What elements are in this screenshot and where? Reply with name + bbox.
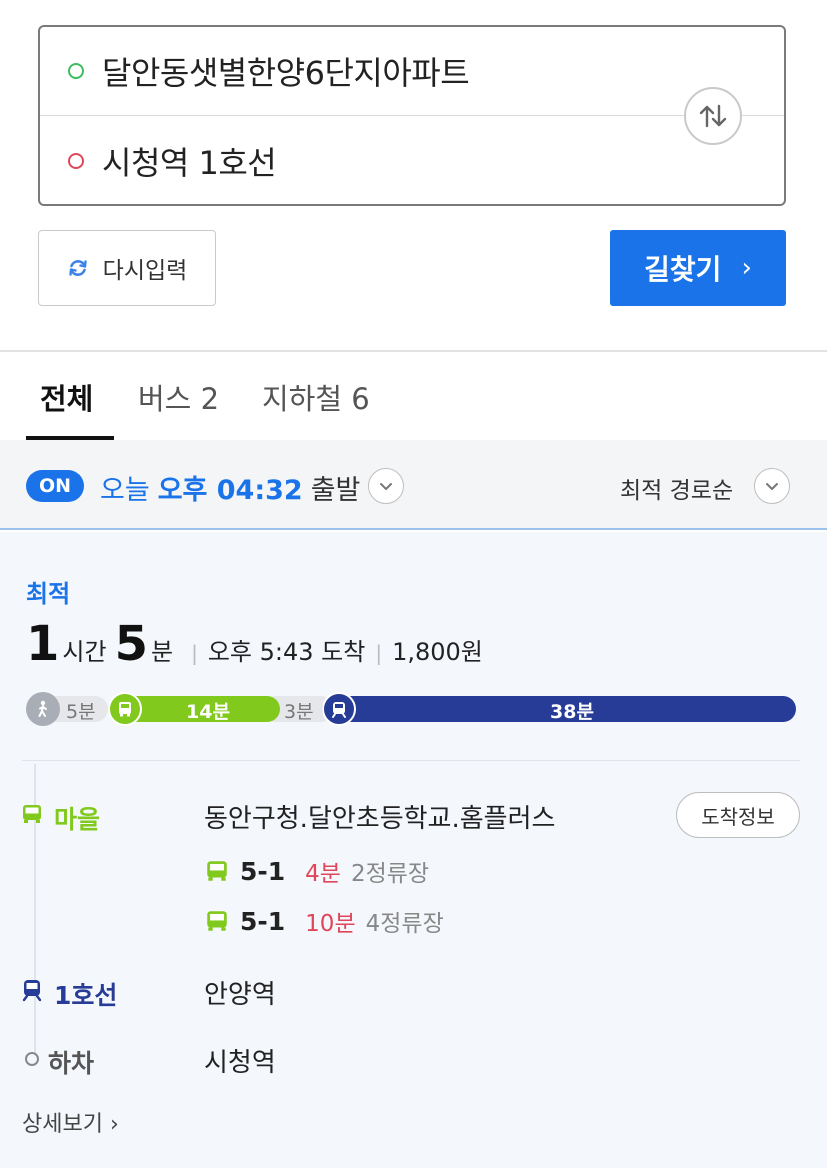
sort-dropdown-button[interactable] [754, 468, 790, 504]
bus-icon [108, 692, 142, 726]
route-summary: 1 시간 5 분 | 오후 5:43 도착 | 1,800원 [26, 616, 483, 672]
fare: 1,800원 [392, 638, 483, 666]
bus-icon [207, 861, 227, 881]
alight-marker-icon [25, 1052, 39, 1066]
route-result-card[interactable]: 최적 1 시간 5 분 | 오후 5:43 도착 | 1,800원 5분 14분… [0, 532, 827, 1168]
sort-order-label[interactable]: 최적 경로순 [620, 471, 733, 505]
transport-tabs: 전체 버스 2 지하철 6 [0, 352, 827, 440]
arrival-time: 오후 5:43 도착 [207, 638, 366, 666]
destination-text: 시청역 1호선 [102, 144, 277, 182]
tab-subway[interactable]: 지하철 6 [262, 376, 370, 418]
detail-link[interactable]: 상세보기 › [22, 1106, 119, 1138]
destination-marker-icon [68, 153, 84, 169]
destination-field[interactable]: 시청역 1호선 [40, 117, 680, 205]
bus-stops-away: 2정류장 [350, 861, 430, 887]
bus-stops-away: 4정류장 [365, 911, 444, 937]
duration-hours: 1 [26, 616, 59, 672]
chevron-right-icon: › [741, 253, 752, 283]
origin-text: 달안동샛별한양6단지아파트 [102, 54, 470, 92]
village-bus-icon [23, 805, 41, 823]
arrival-info-button[interactable]: 도착정보 [676, 792, 800, 838]
origin-field[interactable]: 달안동샛별한양6단지아파트 [40, 27, 680, 115]
bus-arrival-row: 5-1 10분 4정류장 [204, 904, 444, 938]
bus-number: 5-1 [240, 856, 286, 886]
subway-leg-label: 1호선 [54, 981, 118, 1010]
departure-time[interactable]: 오늘 오후 04:32 출발 [100, 468, 360, 507]
result-divider [22, 760, 800, 761]
departure-suffix: 출발 [310, 475, 361, 506]
realtime-toggle[interactable]: ON [26, 470, 84, 502]
departure-time-bar: ON 오늘 오후 04:32 출발 최적 경로순 [0, 440, 827, 530]
subway-boarding-station: 안양역 [204, 980, 276, 1010]
subway-segment-label: 38분 [550, 701, 594, 723]
route-search-box: 달안동샛별한양6단지아파트 시청역 1호선 [38, 25, 786, 206]
alight-label: 하차 [48, 1049, 95, 1078]
reset-button[interactable]: 다시입력 [38, 230, 216, 306]
find-route-button[interactable]: 길찾기 › [610, 230, 786, 306]
swap-arrows-icon [699, 104, 727, 128]
departure-day: 오늘 [100, 475, 150, 506]
duration-minutes-unit: 분 [150, 638, 174, 666]
find-route-label: 길찾기 [644, 253, 722, 286]
transfer-segment-label: 3분 [284, 701, 314, 723]
tab-all[interactable]: 전체 [40, 376, 93, 418]
duration-hours-unit: 시간 [62, 638, 107, 666]
refresh-icon [68, 260, 87, 276]
walk-segment-label: 5분 [66, 701, 96, 723]
walk-icon [26, 692, 60, 726]
bus-leg-label: 마을 [54, 805, 101, 834]
tab-bus[interactable]: 버스 2 [138, 376, 219, 418]
subway-line-icon [22, 980, 42, 1002]
reset-label: 다시입력 [102, 258, 188, 284]
alight-station: 시청역 [204, 1048, 276, 1078]
subway-icon [322, 692, 356, 726]
summary-separator: | [191, 641, 198, 665]
summary-separator: | [375, 641, 383, 665]
time-dropdown-button[interactable] [368, 468, 404, 504]
chevron-right-icon: › [109, 1112, 119, 1137]
route-segment-bar: 5분 14분 3분 38분 [26, 692, 796, 726]
bus-boarding-stop: 동안구청.달안초등학교.홈플러스 [204, 804, 556, 834]
detail-link-label: 상세보기 [22, 1112, 103, 1137]
swap-button[interactable] [684, 87, 742, 145]
bus-segment-label: 14분 [186, 701, 230, 723]
best-route-badge: 최적 [26, 580, 71, 608]
bus-arrival-minutes: 10분 [305, 911, 356, 937]
chevron-down-icon [380, 483, 392, 490]
bus-arrival-row: 5-1 4분 2정류장 [204, 854, 429, 888]
chevron-down-icon [766, 483, 778, 490]
bus-number: 5-1 [240, 906, 286, 936]
bus-icon [207, 911, 227, 931]
search-divider [40, 115, 784, 116]
origin-marker-icon [68, 63, 84, 79]
duration-minutes: 5 [114, 616, 148, 672]
bus-arrival-minutes: 4분 [305, 861, 341, 887]
departure-time-value: 오후 04:32 [157, 475, 303, 506]
